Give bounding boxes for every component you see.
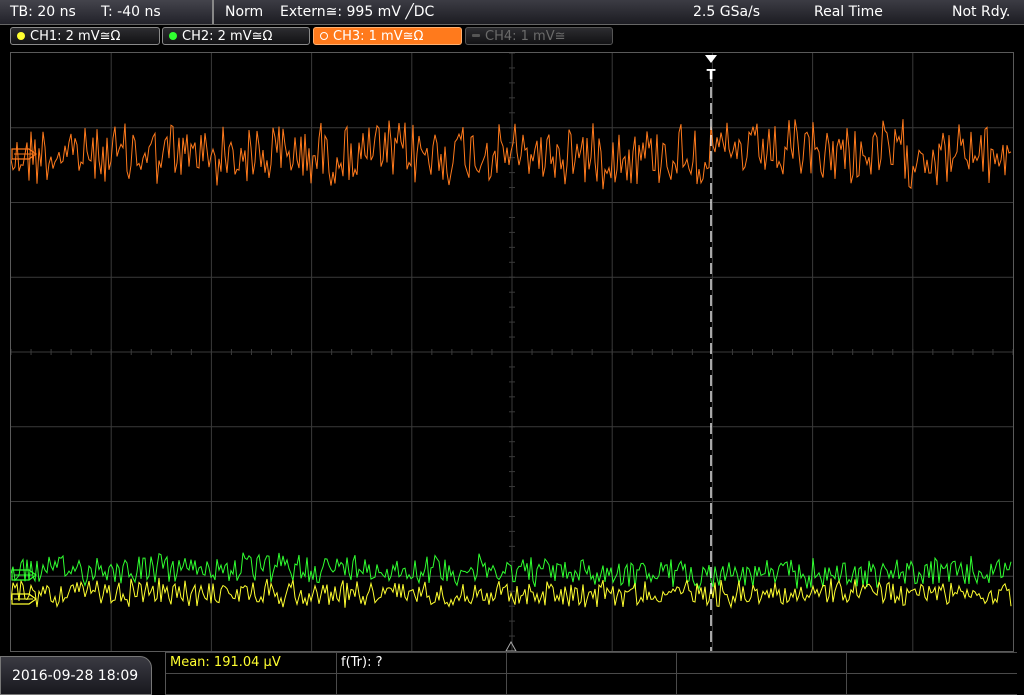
channel-4-label: CH4: 1 mV≅ xyxy=(485,29,566,44)
measurement-divider xyxy=(336,652,337,695)
channel-4-button[interactable]: CH4: 1 mV≅ xyxy=(465,27,613,45)
channel-2-button[interactable]: CH2: 2 mV≅Ω xyxy=(162,27,310,45)
measurement-divider xyxy=(166,652,1017,653)
channel-3-indicator-icon xyxy=(320,32,328,40)
acquisition-state: Not Rdy. xyxy=(952,4,1011,20)
status-bar: TB: 20 ns T: -40 ns Norm Extern≅: 995 mV… xyxy=(0,0,1024,25)
measurement-divider xyxy=(846,652,847,695)
channel-1-waveform xyxy=(11,577,1012,610)
trigger-marker-label: T xyxy=(707,68,716,83)
channel-2-waveform xyxy=(11,552,1012,591)
datetime-text: 2016-09-28 18:09 xyxy=(12,668,139,684)
measurement-divider xyxy=(676,652,677,695)
channel-3-button[interactable]: CH3: 1 mV≅Ω xyxy=(313,27,462,45)
acquisition-mode[interactable]: Real Time xyxy=(814,0,883,24)
channel-2-indicator-icon xyxy=(169,32,177,40)
timebase-panel[interactable]: TB: 20 ns T: -40 ns xyxy=(0,0,214,24)
channel-bar: CH1: 2 mV≅Ω CH2: 2 mV≅Ω CH3: 1 mV≅Ω CH4:… xyxy=(0,25,1024,49)
channel-1-button[interactable]: CH1: 2 mV≅Ω xyxy=(10,27,160,45)
measurement-mean[interactable]: Mean: 191.04 µV xyxy=(170,653,281,673)
channel-2-label: CH2: 2 mV≅Ω xyxy=(182,29,273,44)
channel-1-indicator-icon xyxy=(17,32,25,40)
measurement-divider xyxy=(506,652,507,695)
timebase-value[interactable]: TB: 20 ns xyxy=(10,0,76,24)
measurement-divider xyxy=(166,673,1017,674)
measurement-panel[interactable]: Mean: 191.04 µV f(Tr): ? xyxy=(165,652,1017,695)
channel-4-indicator-icon xyxy=(472,34,480,37)
channel-1-label: CH1: 2 mV≅Ω xyxy=(30,29,121,44)
horizontal-position-marker-icon[interactable] xyxy=(505,640,517,651)
channel-3-label: CH3: 1 mV≅Ω xyxy=(333,29,424,44)
waveform-canvas: T xyxy=(11,53,1013,651)
trigger-mode[interactable]: Norm xyxy=(225,0,263,24)
trigger-time-value[interactable]: T: -40 ns xyxy=(101,0,161,24)
channel-3-waveform xyxy=(11,119,1012,190)
sample-rate[interactable]: 2.5 GSa/s xyxy=(693,0,760,24)
datetime-display: 2016-09-28 18:09 xyxy=(0,656,152,695)
graticule xyxy=(11,53,1013,651)
waveform-display[interactable]: T xyxy=(10,52,1014,652)
trigger-source[interactable]: Extern≅: 995 mV ╱DC xyxy=(280,0,434,24)
trigger-position-marker-icon[interactable] xyxy=(705,55,717,63)
measurement-trigger-frequency[interactable]: f(Tr): ? xyxy=(341,653,383,673)
